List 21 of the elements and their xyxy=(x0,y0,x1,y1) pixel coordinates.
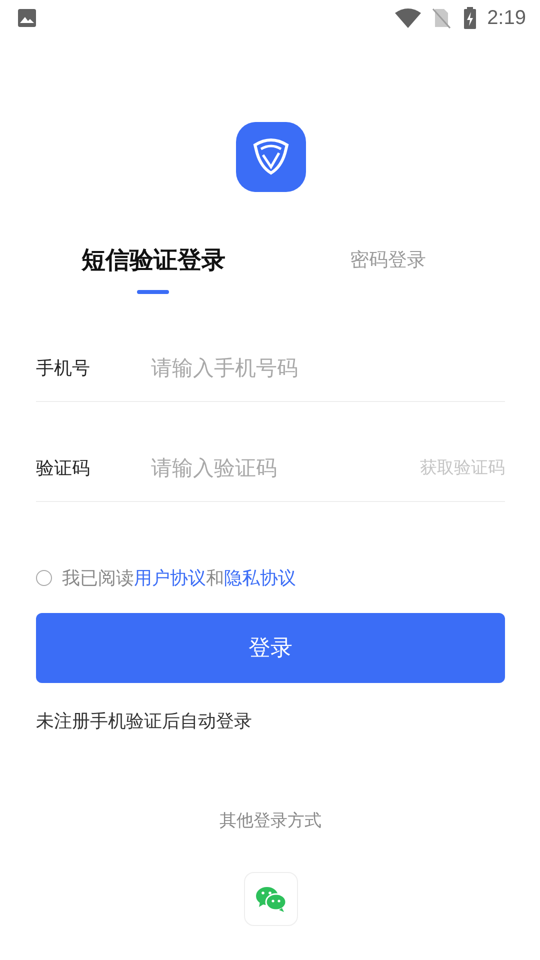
wifi-icon xyxy=(395,8,422,28)
clock-time: 2:19 xyxy=(487,6,526,30)
agreement-link[interactable]: 用户协议 xyxy=(134,568,206,589)
agreement-text: 我已阅读用户协议和隐私协议 xyxy=(62,567,296,590)
login-note: 未注册手机验证后自动登录 xyxy=(36,710,253,733)
input-field[interactable]: 请输入手机号码 xyxy=(151,356,505,380)
battery-charging-icon xyxy=(463,7,478,29)
login-tab[interactable]: 密码登录 xyxy=(270,242,505,302)
wechat-login-button[interactable] xyxy=(244,872,298,926)
agreement-checkbox[interactable] xyxy=(36,570,52,586)
field-label: 手机号 xyxy=(36,356,91,380)
app-logo xyxy=(236,122,306,192)
other-login-title: 其他登录方式 xyxy=(220,810,322,832)
image-icon xyxy=(17,8,37,28)
chat-bubbles-icon xyxy=(256,886,286,912)
field-label: 验证码 xyxy=(36,456,91,480)
input-field[interactable]: 请输入验证码 xyxy=(151,456,420,480)
login-tab[interactable]: 短信验证登录 xyxy=(36,242,270,302)
login-button[interactable]: 登录 xyxy=(36,613,505,683)
no-sim-icon xyxy=(431,7,452,29)
agreement-link[interactable]: 隐私协议 xyxy=(224,568,296,589)
